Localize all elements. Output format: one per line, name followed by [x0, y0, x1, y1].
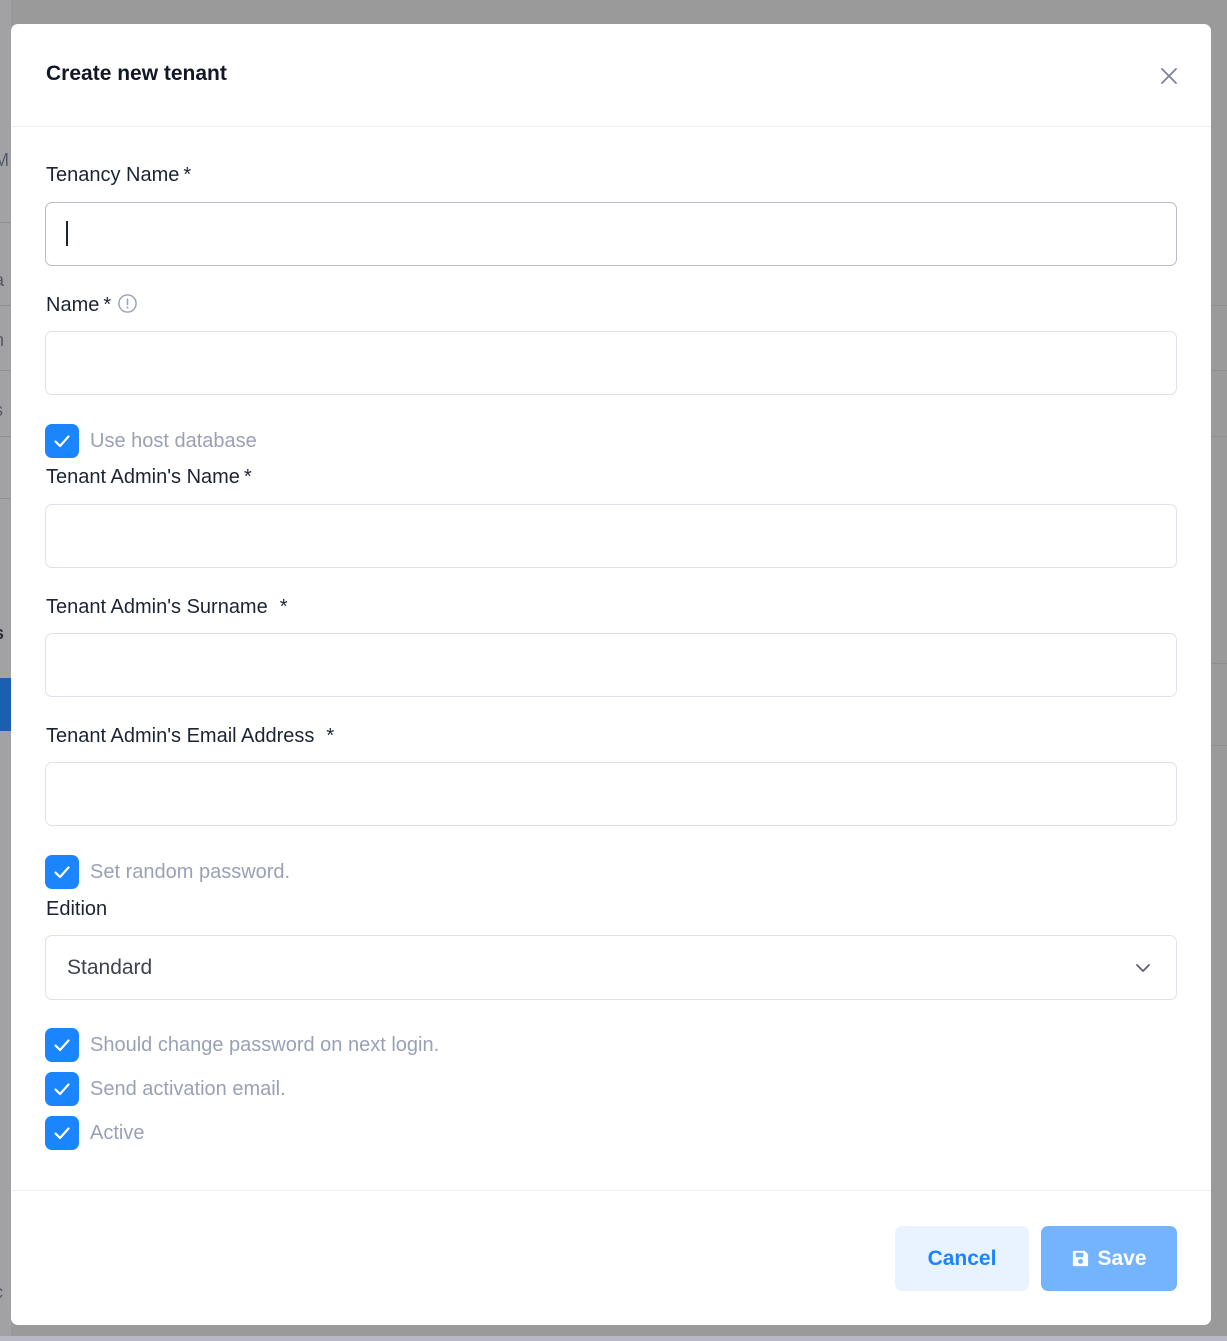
text-caret: [66, 221, 68, 246]
background-divider: [1211, 370, 1227, 371]
name-label: Name *: [46, 293, 138, 317]
admin-email-label-text: Tenant Admin's Email Address: [46, 725, 315, 747]
background-divider: [1211, 663, 1227, 664]
admin-surname-input[interactable]: [45, 633, 1177, 697]
edition-label: Edition: [46, 898, 108, 920]
background-page: M a n s / s c: [0, 0, 11, 1341]
checkbox-label: Set random password.: [90, 860, 291, 883]
checkbox-label: Should change password on next login.: [90, 1033, 440, 1056]
admin-name-label: Tenant Admin's Name *: [46, 466, 252, 489]
checkbox-label: Send activation email.: [90, 1077, 286, 1100]
modal-header: Create new tenant: [11, 24, 1211, 127]
checkbox-checked[interactable]: [45, 424, 79, 458]
info-circle-icon[interactable]: [117, 293, 138, 314]
background-text: c: [0, 1282, 3, 1303]
cancel-button[interactable]: Cancel: [895, 1226, 1029, 1291]
checkbox-checked[interactable]: [45, 1116, 79, 1150]
use-host-database-checkbox[interactable]: Use host database: [45, 424, 257, 458]
background-text: s: [0, 400, 3, 421]
admin-surname-label: Tenant Admin's Surname *: [46, 596, 288, 619]
edition-select[interactable]: Standard: [45, 935, 1177, 1000]
background-text: s: [0, 623, 4, 644]
modal-footer: Cancel Save: [11, 1190, 1211, 1325]
background-divider: [0, 222, 11, 223]
background-divider: [1211, 436, 1227, 437]
background-divider: [0, 436, 11, 437]
checkbox-label: Active: [90, 1121, 145, 1144]
background-bottom-edge: [0, 1336, 1227, 1341]
admin-name-input[interactable]: [45, 504, 1177, 568]
background-divider: [0, 498, 11, 499]
tenancy-name-label-text: Tenancy Name: [46, 164, 180, 186]
name-label-text: Name: [46, 294, 100, 316]
background-divider: [0, 305, 11, 306]
modal-title: Create new tenant: [46, 62, 227, 85]
close-icon[interactable]: [1157, 64, 1181, 88]
cancel-button-label: Cancel: [927, 1246, 997, 1270]
checkbox-label: Use host database: [90, 429, 257, 452]
required-mark: *: [183, 164, 192, 186]
background-divider: [1211, 305, 1227, 306]
set-random-password-checkbox[interactable]: Set random password.: [45, 855, 290, 889]
admin-email-label: Tenant Admin's Email Address *: [46, 725, 334, 748]
background-text: a: [0, 270, 4, 291]
save-button-label: Save: [1097, 1246, 1147, 1270]
send-activation-email-checkbox[interactable]: Send activation email.: [45, 1072, 286, 1106]
checkbox-checked[interactable]: [45, 855, 79, 889]
checkbox-checked[interactable]: [45, 1028, 79, 1062]
background-text: n: [0, 330, 4, 351]
background-divider: [0, 370, 11, 371]
required-mark: *: [279, 596, 288, 618]
save-button[interactable]: Save: [1041, 1226, 1177, 1291]
chevron-down-icon: [1132, 957, 1154, 979]
active-checkbox[interactable]: Active: [45, 1116, 144, 1150]
floppy-disk-icon: [1071, 1249, 1090, 1268]
checkbox-checked[interactable]: [45, 1072, 79, 1106]
should-change-password-checkbox[interactable]: Should change password on next login.: [45, 1028, 439, 1062]
background-text: M: [0, 150, 9, 170]
admin-name-label-text: Tenant Admin's Name: [46, 466, 240, 488]
name-input[interactable]: [45, 331, 1177, 395]
tenancy-name-label: Tenancy Name *: [46, 164, 191, 187]
edition-selected-value: Standard: [67, 956, 153, 979]
required-mark: *: [103, 294, 112, 316]
required-mark: *: [326, 725, 335, 747]
background-button: [0, 678, 11, 731]
tenancy-name-input[interactable]: [45, 202, 1177, 266]
admin-surname-label-text: Tenant Admin's Surname: [46, 596, 268, 618]
background-divider: [1211, 745, 1227, 746]
required-mark: *: [243, 466, 252, 488]
create-tenant-modal: Create new tenant Tenancy Name * Name * Us…: [11, 24, 1211, 1325]
admin-email-input[interactable]: [45, 762, 1177, 826]
